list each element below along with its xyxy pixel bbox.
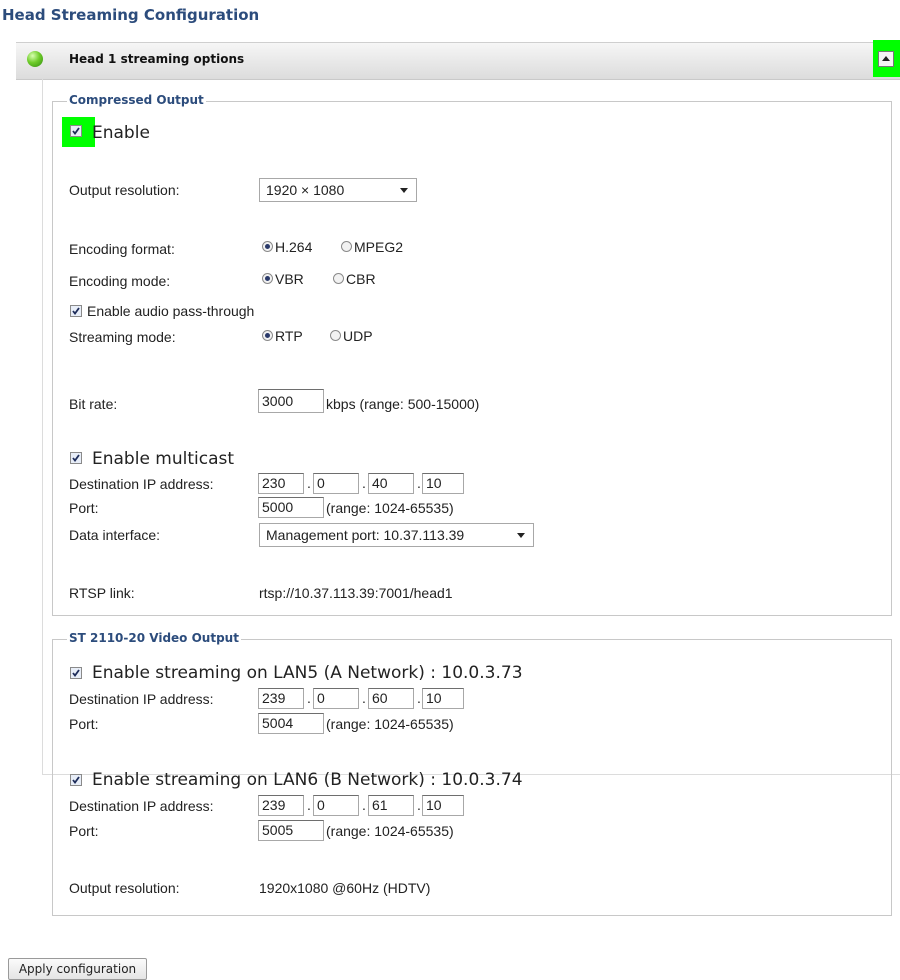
bit-rate-hint: kbps (range: 500-15000) bbox=[326, 396, 480, 412]
lan6-ip-octet-1[interactable]: 239 bbox=[258, 795, 304, 816]
lan5-ip-label: Destination IP address: bbox=[69, 691, 214, 707]
mode-vbr-label: VBR bbox=[275, 271, 304, 287]
ip-dot: . bbox=[307, 797, 311, 813]
streaming-rtp-label: RTP bbox=[275, 328, 303, 344]
ip-dot: . bbox=[362, 475, 366, 491]
multicast-checkbox[interactable] bbox=[70, 452, 82, 464]
data-interface-value: Management port: 10.37.113.39 bbox=[266, 527, 465, 543]
lan6-ip-octet-2[interactable]: 0 bbox=[313, 795, 359, 816]
audio-passthrough-checkbox[interactable] bbox=[70, 305, 82, 317]
encoding-format-label: Encoding format: bbox=[69, 241, 175, 257]
ip-dot: . bbox=[417, 797, 421, 813]
bit-rate-label: Bit rate: bbox=[69, 396, 118, 412]
enable-checkbox[interactable] bbox=[70, 125, 82, 137]
lan5-port-input[interactable]: 5004 bbox=[258, 713, 324, 734]
page-title: Head Streaming Configuration bbox=[2, 6, 260, 24]
collapse-button[interactable] bbox=[873, 40, 900, 77]
apply-configuration-button[interactable]: Apply configuration bbox=[8, 958, 147, 980]
lan6-port-input[interactable]: 5005 bbox=[258, 820, 324, 841]
streaming-rtp-radio[interactable] bbox=[262, 330, 273, 341]
lan5-ip-octet-4[interactable]: 10 bbox=[422, 688, 464, 709]
mode-cbr-label: CBR bbox=[346, 271, 376, 287]
streaming-udp-radio[interactable] bbox=[330, 330, 341, 341]
lan6-port-label: Port: bbox=[69, 823, 99, 839]
ip-dot: . bbox=[362, 797, 366, 813]
enable-label: Enable bbox=[92, 123, 150, 143]
panel-title: Head 1 streaming options bbox=[69, 52, 245, 66]
ip-dot: . bbox=[362, 690, 366, 706]
rtsp-link[interactable]: rtsp://10.37.113.39:7001/head1 bbox=[259, 585, 453, 601]
rtsp-label: RTSP link: bbox=[69, 585, 135, 601]
bit-rate-input[interactable]: 3000 bbox=[258, 389, 324, 413]
lan6-ip-octet-3[interactable]: 61 bbox=[368, 795, 414, 816]
port-hint: (range: 1024-65535) bbox=[326, 500, 454, 516]
multicast-label: Enable multicast bbox=[92, 449, 235, 469]
lan5-label: Enable streaming on LAN5 (A Network) : 1… bbox=[92, 663, 523, 683]
encoding-mpeg2-label: MPEG2 bbox=[354, 239, 404, 255]
ip-octet-4[interactable]: 10 bbox=[422, 473, 464, 494]
destination-ip-label: Destination IP address: bbox=[69, 476, 214, 492]
output-resolution-select[interactable]: 1920 × 1080 bbox=[259, 178, 417, 202]
streaming-udp-label: UDP bbox=[343, 328, 373, 344]
encoding-mpeg2-radio[interactable] bbox=[341, 241, 352, 252]
ip-dot: . bbox=[307, 475, 311, 491]
output-resolution-label: Output resolution: bbox=[69, 182, 180, 198]
chevron-down-icon bbox=[517, 533, 525, 538]
lan5-ip-octet-3[interactable]: 60 bbox=[368, 688, 414, 709]
ip-dot: . bbox=[417, 690, 421, 706]
st2110-legend: ST 2110-20 Video Output bbox=[67, 631, 241, 645]
collapse-arrow-icon bbox=[878, 51, 894, 67]
encoding-h264-label: H.264 bbox=[275, 239, 313, 255]
streaming-mode-label: Streaming mode: bbox=[69, 329, 176, 345]
ip-octet-3[interactable]: 40 bbox=[368, 473, 414, 494]
st2110-output-resolution-value: 1920x1080 @60Hz (HDTV) bbox=[259, 880, 431, 896]
mode-cbr-radio[interactable] bbox=[333, 273, 344, 284]
lan5-ip-octet-2[interactable]: 0 bbox=[313, 688, 359, 709]
st2110-output-resolution-label: Output resolution: bbox=[69, 880, 180, 896]
lan6-ip-label: Destination IP address: bbox=[69, 798, 214, 814]
lan6-ip-octet-4[interactable]: 10 bbox=[422, 795, 464, 816]
lan5-port-label: Port: bbox=[69, 716, 99, 732]
port-input[interactable]: 5000 bbox=[258, 497, 324, 518]
lan6-port-hint: (range: 1024-65535) bbox=[326, 823, 454, 839]
ip-octet-2[interactable]: 0 bbox=[313, 473, 359, 494]
data-interface-label: Data interface: bbox=[69, 527, 161, 543]
output-resolution-value: 1920 × 1080 bbox=[266, 182, 345, 198]
lan5-port-hint: (range: 1024-65535) bbox=[326, 716, 454, 732]
port-label: Port: bbox=[69, 500, 99, 516]
status-indicator-icon bbox=[27, 51, 43, 67]
ip-dot: . bbox=[307, 690, 311, 706]
ip-dot: . bbox=[417, 475, 421, 491]
ip-octet-1[interactable]: 230 bbox=[258, 473, 304, 494]
data-interface-select[interactable]: Management port: 10.37.113.39 bbox=[259, 523, 534, 547]
lan6-label: Enable streaming on LAN6 (B Network) : 1… bbox=[92, 770, 523, 790]
audio-passthrough-label: Enable audio pass-through bbox=[87, 303, 255, 319]
encoding-h264-radio[interactable] bbox=[262, 241, 273, 252]
lan5-checkbox[interactable] bbox=[70, 667, 82, 679]
lan6-checkbox[interactable] bbox=[70, 774, 82, 786]
lan5-ip-octet-1[interactable]: 239 bbox=[258, 688, 304, 709]
mode-vbr-radio[interactable] bbox=[262, 273, 273, 284]
encoding-mode-label: Encoding mode: bbox=[69, 273, 171, 289]
compressed-output-legend: Compressed Output bbox=[67, 93, 206, 107]
chevron-down-icon bbox=[400, 188, 408, 193]
